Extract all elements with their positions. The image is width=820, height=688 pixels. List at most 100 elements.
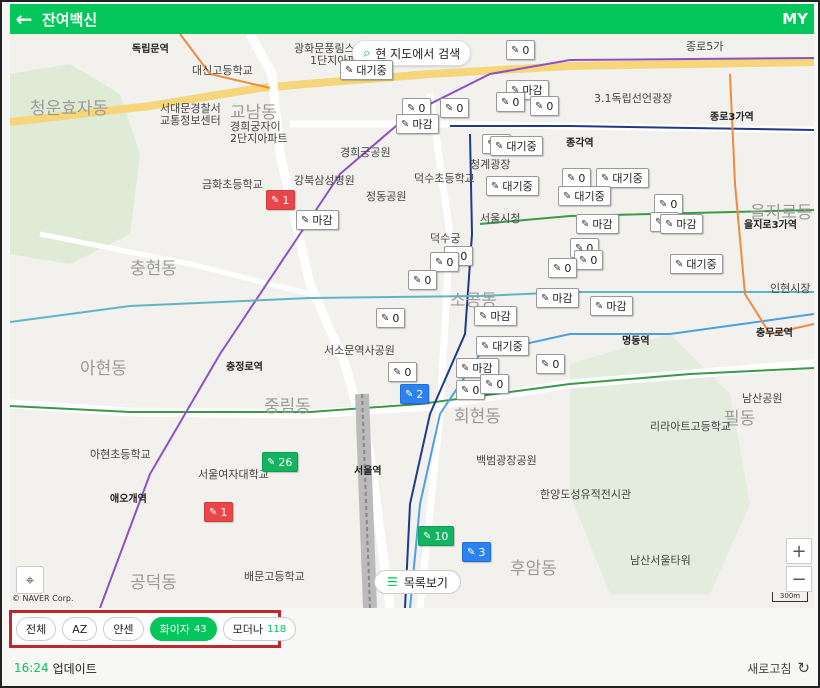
marker-value: 대기중 xyxy=(356,64,387,77)
place-label: 배문고등학교 xyxy=(244,570,305,583)
list-view-button[interactable]: ☰ 목록보기 xyxy=(374,570,461,594)
vaccine-map[interactable]: 교남동 청운효자동 충현동 중림동 공덕동 회현동 후암동 필동 을지로동 소공… xyxy=(10,34,814,608)
marker-value: 1 xyxy=(220,505,228,519)
filter-moderna[interactable]: 모더나 118 xyxy=(222,617,297,641)
filter-label: 전체 xyxy=(26,623,47,636)
district-label: 회현동 xyxy=(454,407,501,427)
syringe-icon: ✎ xyxy=(423,530,432,542)
marker-value: 2 xyxy=(416,387,424,401)
vaccine-marker[interactable]: ✎0 xyxy=(496,92,526,112)
syringe-icon: ✎ xyxy=(413,274,422,286)
app-frame: ← 잔여백신 MY 교남동 청운효자동 충현동 중림동 공덕동 회현동 후암동 … xyxy=(0,0,820,688)
vaccine-marker[interactable]: ✎ 대기중 xyxy=(476,336,529,356)
marker-value: 0 xyxy=(546,99,554,113)
syringe-icon: ✎ xyxy=(535,100,544,112)
vaccine-marker[interactable]: ✎ 마감 xyxy=(590,296,633,316)
zoom-in-button[interactable]: + xyxy=(786,538,812,564)
vaccine-marker[interactable]: ✎ 대기중 xyxy=(558,186,611,206)
marker-value: 마감 xyxy=(312,214,333,227)
marker-value: 0 xyxy=(552,357,560,371)
vaccine-marker[interactable]: ✎ 10 xyxy=(418,526,455,546)
place-label: 서소문역사공원 xyxy=(324,344,395,357)
vaccine-marker[interactable]: ✎0 xyxy=(548,258,578,278)
marker-value: 마감 xyxy=(552,292,573,305)
place-label: 정동공원 xyxy=(366,190,407,203)
syringe-icon: ✎ xyxy=(407,102,416,114)
syringe-icon: ✎ xyxy=(461,362,470,374)
vaccine-marker[interactable]: ✎0 xyxy=(430,252,460,272)
syringe-icon: ✎ xyxy=(579,254,588,266)
vaccine-marker[interactable]: ✎ 마감 xyxy=(660,214,703,234)
marker-value: 0 xyxy=(496,377,504,391)
station-label: 명동역 xyxy=(622,336,650,347)
vaccine-marker[interactable]: ✎ 26 xyxy=(262,452,299,472)
vaccine-marker[interactable]: ✎0 xyxy=(408,270,438,290)
app-header: ← 잔여백신 MY xyxy=(10,4,814,34)
vaccine-marker[interactable]: ✎0 xyxy=(480,374,510,394)
marker-value: 마감 xyxy=(676,218,697,231)
marker-value: 0 xyxy=(460,249,468,263)
vaccine-marker[interactable]: ✎ 대기중 xyxy=(670,254,723,274)
vaccine-marker[interactable]: ✎0 xyxy=(440,98,470,118)
vaccine-marker[interactable]: ✎ 마감 xyxy=(296,210,339,230)
district-label: 중림동 xyxy=(264,397,311,417)
vaccine-marker[interactable]: ✎ 대기중 xyxy=(596,168,649,188)
vaccine-marker[interactable]: ✎ 2 xyxy=(400,384,430,404)
filter-pfizer[interactable]: 화이자 43 xyxy=(149,617,217,641)
marker-value: 마감 xyxy=(412,118,433,131)
syringe-icon: ✎ xyxy=(467,546,476,558)
place-label: 교통정보센터 xyxy=(160,114,221,127)
marker-value: 마감 xyxy=(606,300,627,313)
place-label: 덕수궁 xyxy=(430,232,461,245)
marker-value: 0 xyxy=(590,253,598,267)
vaccine-marker[interactable]: ✎ 대기중 xyxy=(486,176,539,196)
vaccine-marker[interactable]: ✎0 xyxy=(574,250,604,270)
vaccine-marker[interactable]: ✎ 대기중 xyxy=(340,60,393,80)
vaccine-marker[interactable]: ✎ 마감 xyxy=(536,288,579,308)
vaccine-marker[interactable]: ✎0 xyxy=(506,40,536,60)
vaccine-marker[interactable]: ✎ 3 xyxy=(462,542,492,562)
filter-label: 모더나 xyxy=(232,623,264,636)
syringe-icon: ✎ xyxy=(485,378,494,390)
marker-value: 0 xyxy=(472,383,480,397)
filter-az[interactable]: AZ xyxy=(62,617,98,641)
vaccine-marker[interactable]: ✎0 xyxy=(562,168,592,188)
my-location-button[interactable]: ⌖ xyxy=(16,566,44,594)
refresh-button[interactable]: 새로고침 ↻ xyxy=(747,659,810,677)
station-label: 을지로3가역 xyxy=(744,220,797,231)
place-label: 한양도성유적전시관 xyxy=(540,488,632,501)
back-arrow-icon[interactable]: ← xyxy=(10,5,38,33)
vaccine-marker[interactable]: ✎0 xyxy=(388,362,418,382)
page-title: 잔여백신 xyxy=(42,10,98,29)
vaccine-marker[interactable]: ✎0 xyxy=(654,194,684,214)
syringe-icon: ✎ xyxy=(445,102,454,114)
syringe-icon: ✎ xyxy=(461,384,470,396)
syringe-icon: ✎ xyxy=(435,256,444,268)
vaccine-marker[interactable]: ✎0 xyxy=(530,96,560,116)
my-button[interactable]: MY xyxy=(782,10,808,28)
vaccine-marker[interactable]: ✎0 xyxy=(376,308,406,328)
syringe-icon: ✎ xyxy=(267,456,276,468)
vaccine-marker[interactable]: ✎0 xyxy=(536,354,566,374)
syringe-icon: ✎ xyxy=(553,262,562,274)
vaccine-marker[interactable]: ✎ 마감 xyxy=(474,306,517,326)
zoom-out-button[interactable]: − xyxy=(786,566,812,592)
syringe-icon: ✎ xyxy=(393,366,402,378)
filter-all[interactable]: 전체 xyxy=(16,617,57,641)
marker-value: 0 xyxy=(670,197,678,211)
place-label: 서울시청 xyxy=(480,212,521,225)
place-label: 백범광장공원 xyxy=(476,454,537,467)
vaccine-marker[interactable]: ✎ 1 xyxy=(266,190,296,210)
place-label: 대신고등학교 xyxy=(192,64,253,77)
vaccine-marker[interactable]: ✎ 마감 xyxy=(576,214,619,234)
vaccine-marker[interactable]: ✎ 1 xyxy=(204,502,234,522)
district-label: 아현동 xyxy=(80,359,127,379)
filter-count: 118 xyxy=(267,623,287,635)
filter-janssen[interactable]: 얀센 xyxy=(103,617,144,641)
vaccine-marker[interactable]: ✎ 마감 xyxy=(396,114,439,134)
marker-value: 대기중 xyxy=(686,258,717,271)
syringe-icon: ✎ xyxy=(479,310,488,322)
vaccine-marker[interactable]: ✎ 대기중 xyxy=(490,136,543,156)
syringe-icon: ✎ xyxy=(567,172,576,184)
marker-value: 10 xyxy=(434,529,449,543)
